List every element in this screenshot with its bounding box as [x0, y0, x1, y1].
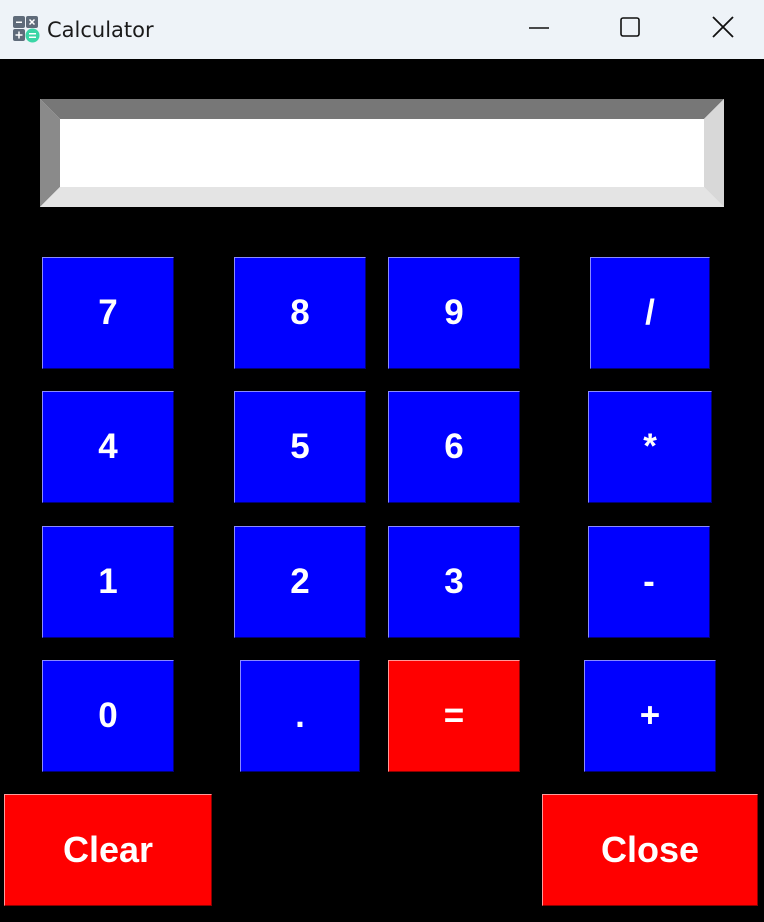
- key-subtract[interactable]: -: [588, 526, 710, 638]
- maximize-icon: [620, 17, 640, 37]
- key-5[interactable]: 5: [234, 391, 366, 503]
- key-1[interactable]: 1: [42, 526, 174, 638]
- key-add[interactable]: +: [584, 660, 716, 772]
- key-decimal[interactable]: .: [240, 660, 360, 772]
- key-7[interactable]: 7: [42, 257, 174, 369]
- key-8[interactable]: 8: [234, 257, 366, 369]
- close-button[interactable]: Close: [542, 794, 758, 906]
- calculator-display[interactable]: [62, 120, 704, 186]
- key-multiply[interactable]: *: [588, 391, 712, 503]
- key-equals[interactable]: =: [388, 660, 520, 772]
- maximize-button[interactable]: [584, 0, 676, 59]
- calculator-app-icon: [13, 16, 40, 43]
- close-window-button[interactable]: [672, 0, 764, 59]
- key-0[interactable]: 0: [42, 660, 174, 772]
- minimize-button[interactable]: [494, 0, 586, 59]
- key-9[interactable]: 9: [388, 257, 520, 369]
- key-6[interactable]: 6: [388, 391, 520, 503]
- minimize-icon: [529, 27, 549, 29]
- key-4[interactable]: 4: [42, 391, 174, 503]
- clear-button[interactable]: Clear: [4, 794, 212, 906]
- window-title: Calculator: [47, 18, 154, 42]
- title-bar: Calculator: [0, 0, 764, 59]
- key-2[interactable]: 2: [234, 526, 366, 638]
- key-divide[interactable]: /: [590, 257, 710, 369]
- key-3[interactable]: 3: [388, 526, 520, 638]
- close-icon: [712, 16, 734, 38]
